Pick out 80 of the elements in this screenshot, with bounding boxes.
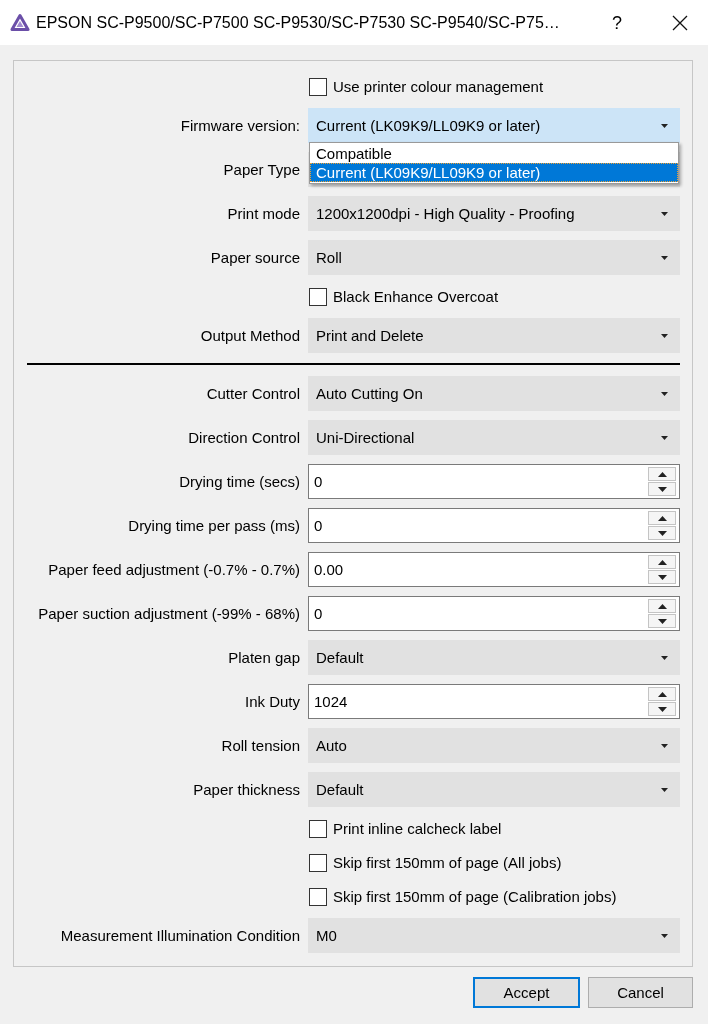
field-label: Drying time (secs): [179, 473, 300, 490]
checkbox-label: Skip first 150mm of page (All jobs): [333, 854, 562, 871]
caret-icon: [661, 333, 668, 338]
dropdown[interactable]: M0: [308, 918, 680, 953]
field-label: Platen gap: [228, 649, 300, 666]
checkbox[interactable]: [309, 887, 327, 906]
checkbox-label: Use printer colour management: [333, 78, 544, 95]
spin-box[interactable]: 0: [308, 596, 680, 631]
dialog-button[interactable]: Accept: [473, 977, 580, 1008]
dropdown[interactable]: Auto: [308, 728, 680, 763]
down-arrow-icon: [657, 706, 667, 712]
caret-icon: [661, 123, 668, 128]
checkbox-label: Skip first 150mm of page (Calibration jobs): [333, 888, 617, 905]
spin-down-button[interactable]: [648, 702, 676, 716]
caret-icon: [661, 655, 668, 660]
dropdown[interactable]: 1200x1200dpi - High Quality - Proofing: [308, 196, 680, 231]
dialog-button[interactable]: Cancel: [588, 977, 693, 1008]
caret-icon: [661, 255, 668, 260]
field-label: Cutter Control: [206, 385, 300, 402]
spin-down-button[interactable]: [648, 570, 676, 584]
field-label: Paper Type: [223, 161, 300, 178]
dropdown[interactable]: Uni-Directional: [308, 420, 680, 455]
triangle-logo-icon: [10, 12, 30, 33]
spin-up-button[interactable]: [648, 555, 676, 569]
dropdown-option[interactable]: Compatible: [310, 144, 678, 163]
spin-down-button[interactable]: [648, 614, 676, 628]
field-label: Output Method: [200, 327, 300, 344]
close-button[interactable]: [672, 14, 688, 31]
dropdown[interactable]: Auto Cutting On: [308, 376, 680, 411]
up-arrow-icon: [657, 515, 667, 521]
caret-icon: [661, 743, 668, 748]
checkbox-label: Print inline calcheck label: [333, 820, 502, 837]
field-label: Ink Duty: [244, 693, 300, 710]
dropdown[interactable]: Roll: [308, 240, 680, 275]
field-label: Paper suction adjustment (-99% - 68%): [38, 605, 300, 622]
field-label: Direction Control: [188, 429, 300, 446]
field-label: Roll tension: [221, 737, 300, 754]
caret-icon: [661, 435, 668, 440]
up-arrow-icon: [657, 559, 667, 565]
caret-icon: [661, 391, 668, 396]
up-arrow-icon: [657, 603, 667, 609]
field-label: Measurement Illumination Condition: [60, 927, 300, 944]
spin-box[interactable]: 0: [308, 508, 680, 543]
down-arrow-icon: [657, 574, 667, 580]
field-label: Paper feed adjustment (-0.7% - 0.7%): [48, 561, 300, 578]
spin-box[interactable]: 0.00: [308, 552, 680, 587]
field-label: Paper source: [210, 249, 300, 266]
window-title: EPSON SC-P9500/SC-P7500 SC-P9530/SC-P7530 SC-P9540/SC-P75…: [36, 13, 561, 32]
down-arrow-icon: [657, 618, 667, 624]
dropdown[interactable]: Current (LK09K9/LL09K9 or later): [308, 108, 680, 143]
caret-icon: [661, 211, 668, 216]
dropdown[interactable]: Default: [308, 772, 680, 807]
checkbox[interactable]: [309, 77, 327, 96]
spin-up-button[interactable]: [648, 599, 676, 613]
up-arrow-icon: [657, 471, 667, 477]
down-arrow-icon: [657, 530, 667, 536]
field-label: Print mode: [227, 205, 300, 222]
down-arrow-icon: [657, 486, 667, 492]
checkbox[interactable]: [309, 819, 327, 838]
caret-icon: [661, 787, 668, 792]
dropdown[interactable]: Default: [308, 640, 680, 675]
spin-up-button[interactable]: [648, 511, 676, 525]
spin-box[interactable]: 1024: [308, 684, 680, 719]
spin-down-button[interactable]: [648, 482, 676, 496]
field-label: Firmware version:: [180, 117, 300, 134]
checkbox-label: Black Enhance Overcoat: [333, 288, 499, 305]
spin-down-button[interactable]: [648, 526, 676, 540]
up-arrow-icon: [657, 691, 667, 697]
spin-up-button[interactable]: [648, 687, 676, 701]
help-button[interactable]: ?: [612, 13, 622, 32]
field-label: Paper thickness: [193, 781, 300, 798]
dropdown-option[interactable]: Current (LK09K9/LL09K9 or later): [310, 163, 678, 182]
close-icon: [672, 14, 688, 31]
dropdown[interactable]: Print and Delete: [308, 318, 680, 353]
checkbox[interactable]: [309, 287, 327, 306]
field-label: Drying time per pass (ms): [128, 517, 300, 534]
spin-up-button[interactable]: [648, 467, 676, 481]
caret-icon: [661, 933, 668, 938]
spin-box[interactable]: 0: [308, 464, 680, 499]
checkbox[interactable]: [309, 853, 327, 872]
